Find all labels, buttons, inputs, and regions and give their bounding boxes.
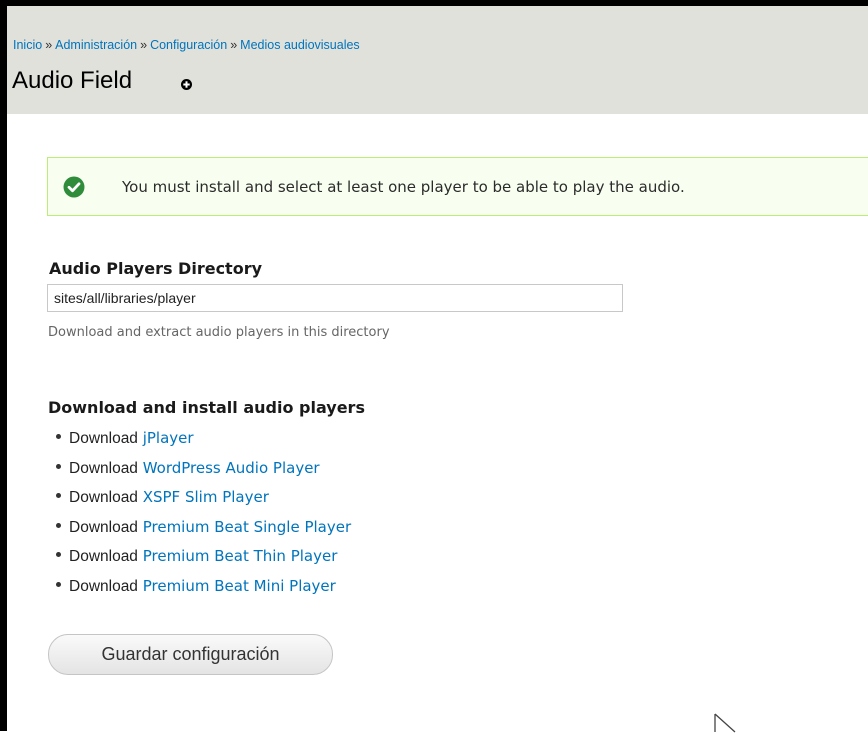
download-prefix: Download — [69, 577, 138, 595]
jplayer-link[interactable]: jPlayer — [143, 429, 194, 447]
list-item: Download XSPF Slim Player — [56, 486, 351, 516]
download-prefix: Download — [69, 430, 138, 447]
list-item: Download Premium Beat Single Player — [56, 516, 351, 546]
breadcrumb-medios-audiovisuales[interactable]: Medios audiovisuales — [240, 38, 360, 52]
bullet — [56, 581, 61, 587]
bullet — [56, 463, 61, 469]
breadcrumb-administracion[interactable]: Administración — [55, 38, 137, 52]
page-title: Audio Field — [12, 67, 133, 94]
wordpress-audio-player-link[interactable]: WordPress Audio Player — [143, 459, 320, 477]
breadcrumb-separator: » — [230, 38, 238, 52]
status-message: You must install and select at least one… — [47, 157, 868, 216]
download-prefix: Download — [69, 489, 138, 506]
list-item: Download Premium Beat Thin Player — [56, 545, 351, 575]
message-text: You must install and select at least one… — [122, 178, 685, 196]
breadcrumb-configuracion[interactable]: Configuración — [150, 38, 227, 52]
premium-beat-thin-player-link[interactable]: Premium Beat Thin Player — [143, 547, 338, 565]
check-circle-icon — [63, 176, 85, 198]
page-header — [7, 6, 868, 114]
bullet — [56, 522, 61, 528]
window-left-border — [0, 0, 7, 731]
bullet — [56, 493, 61, 498]
directory-field-label: Audio Players Directory — [49, 259, 263, 278]
download-section-title: Download and install audio players — [48, 398, 365, 417]
bullet — [56, 434, 61, 439]
xspf-slim-player-link[interactable]: XSPF Slim Player — [143, 488, 269, 506]
player-download-list: Download jPlayer Download WordPress Audi… — [56, 427, 351, 604]
breadcrumb-inicio[interactable]: Inicio — [13, 38, 42, 52]
bullet — [56, 552, 61, 557]
directory-input[interactable] — [47, 284, 623, 312]
download-prefix: Download — [69, 518, 138, 536]
mouse-cursor-icon — [714, 713, 736, 733]
breadcrumb: Inicio» Administración» Configuración» Medi… — [13, 38, 360, 52]
download-prefix: Download — [69, 459, 138, 477]
premium-beat-single-player-link[interactable]: Premium Beat Single Player — [143, 518, 351, 536]
breadcrumb-separator: » — [140, 38, 148, 52]
plus-circle-icon[interactable] — [181, 79, 192, 90]
list-item: Download jPlayer — [56, 427, 351, 457]
list-item: Download WordPress Audio Player — [56, 457, 351, 487]
breadcrumb-separator: » — [45, 38, 53, 52]
premium-beat-mini-player-link[interactable]: Premium Beat Mini Player — [143, 577, 336, 595]
download-prefix: Download — [69, 548, 138, 565]
list-item: Download Premium Beat Mini Player — [56, 575, 351, 605]
directory-field-description: Download and extract audio players in th… — [48, 325, 390, 340]
save-configuration-button[interactable]: Guardar configuración — [48, 634, 333, 675]
